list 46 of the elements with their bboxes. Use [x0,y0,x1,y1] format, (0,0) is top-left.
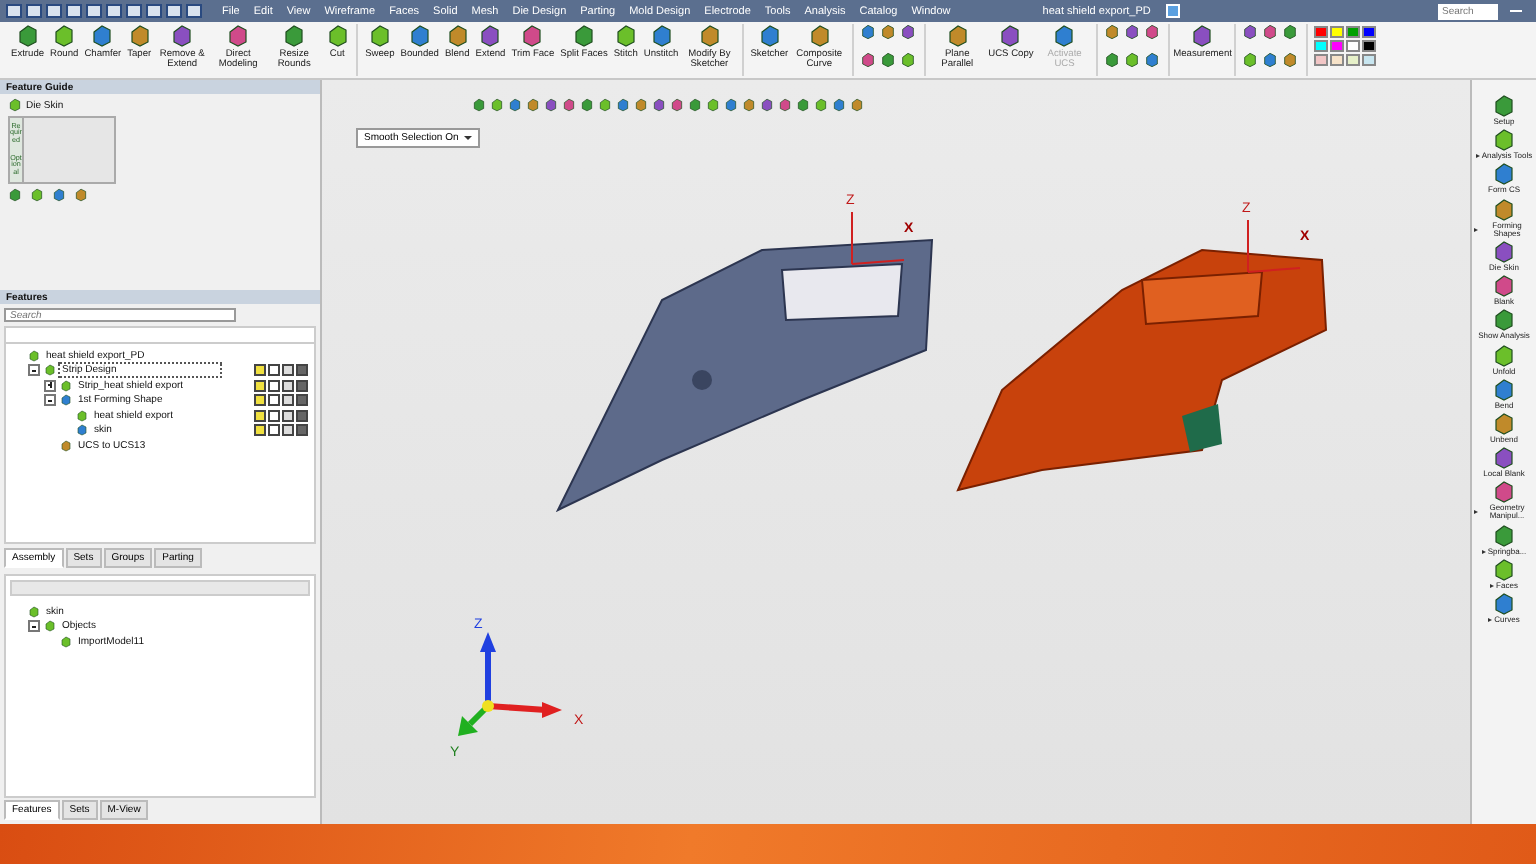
color-swatch[interactable] [1346,40,1361,52]
color-swatch[interactable] [1362,26,1377,38]
color-swatch[interactable] [1346,54,1361,66]
color-swatch[interactable] [1314,54,1329,66]
color-swatch[interactable] [1330,54,1345,66]
tree-node-icon [28,605,40,618]
color-swatch[interactable] [1362,54,1377,66]
tool-icon [1492,480,1516,505]
axis-indicator [851,211,905,265]
tree-node-icon [28,349,40,362]
save-icon[interactable] [1166,4,1181,18]
status-icons[interactable] [254,364,308,377]
collapse-toggle[interactable] [28,364,40,377]
tool-icon [1492,592,1516,616]
status-icons[interactable] [254,394,308,407]
collapse-toggle[interactable] [28,620,40,633]
status-icons[interactable] [254,379,308,392]
color-swatch[interactable] [1346,26,1361,38]
tool-icon [1492,197,1516,222]
color-swatch[interactable] [1314,40,1329,52]
tree-node-icon [44,620,56,633]
tool-icon [1492,411,1516,436]
collapse-toggle[interactable] [44,394,56,407]
color-swatch[interactable] [1362,40,1377,52]
tool-icon [1492,446,1516,471]
tool-icon [1492,343,1516,367]
tool-icon [1492,377,1516,402]
color-swatch[interactable] [1314,26,1329,38]
tool-icon [1492,274,1516,299]
tool-icon [1492,94,1516,118]
color-swatch[interactable] [1330,40,1345,52]
tool-icon [1492,128,1516,153]
tree-node-icon [44,364,56,377]
expand-toggle[interactable] [44,379,56,392]
status-icons[interactable] [254,424,308,437]
tool-icon [1492,162,1516,187]
color-swatch[interactable] [1330,26,1345,38]
tree-node-icon [60,439,72,452]
tool-icon [1492,308,1516,333]
tree-node-icon [60,635,72,648]
tool-icon [1492,239,1516,264]
tool-icon [1492,557,1516,582]
tool-icon [1492,523,1516,548]
axis-triad [458,632,562,736]
status-icons[interactable] [254,409,308,422]
axis-indicator [1247,219,1301,273]
